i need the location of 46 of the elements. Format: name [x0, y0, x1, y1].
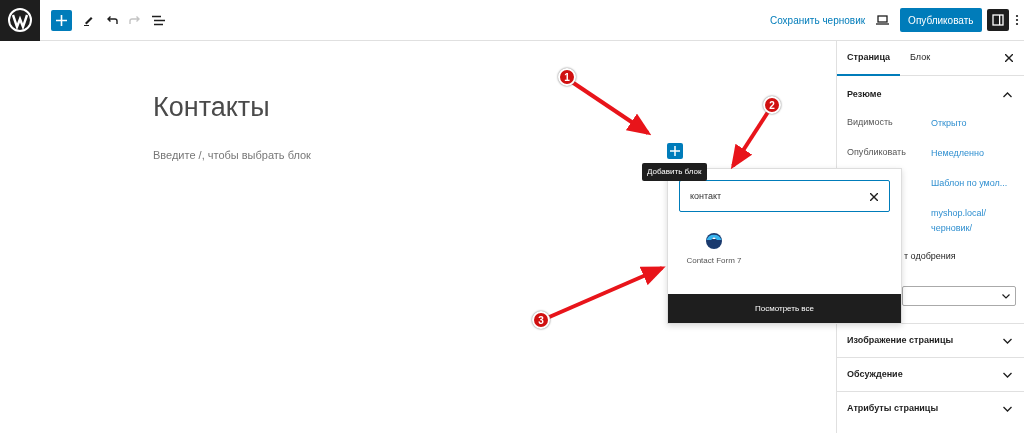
save-draft-link[interactable]: Сохранить черновик [769, 12, 866, 28]
add-block-button[interactable] [51, 9, 72, 31]
pencil-icon[interactable] [83, 14, 95, 26]
laptop-icon[interactable] [876, 15, 890, 25]
settings-toggle[interactable] [987, 9, 1009, 31]
block-option[interactable]: Contact Form 7 [682, 233, 746, 267]
wordpress-logo[interactable] [0, 0, 40, 41]
panel-title[interactable]: Резюме [847, 88, 1003, 102]
panel-title: Изображение страницы [847, 333, 955, 347]
field-value-link[interactable]: Шаблон по умол... [931, 176, 1021, 191]
panel-title: Атрибуты страницы [847, 401, 940, 415]
chevron-icon [1001, 293, 1010, 299]
field-label: Опубликовать [847, 146, 907, 159]
view-all-button[interactable]: Посмотреть все [668, 294, 901, 323]
block-label: Contact Form 7 [686, 254, 742, 267]
close-icon[interactable] [1005, 54, 1013, 62]
more-options-icon[interactable] [1014, 14, 1019, 26]
sidebar-tab[interactable]: Страница [837, 40, 901, 76]
sidebar-icon [992, 14, 1004, 26]
undo-icon[interactable] [106, 15, 118, 25]
step-badge: 3 [532, 311, 550, 329]
panel-header[interactable]: Атрибуты страницы [837, 391, 1024, 425]
field-value-link[interactable]: Немедленно [931, 146, 1021, 161]
field-label: Видимость [847, 116, 894, 129]
checkbox-label: т одобрения [904, 250, 956, 263]
list-view-icon[interactable] [152, 14, 165, 26]
block-placeholder[interactable]: Введите /, чтобы выбрать блок [153, 146, 836, 164]
step-badge: 1 [558, 68, 576, 86]
field-value-link[interactable]: Открыто [931, 116, 1021, 131]
panel-title: Обсуждение [847, 367, 904, 381]
select-field[interactable] [902, 286, 1016, 306]
panel-header[interactable]: Обсуждение [837, 357, 1024, 391]
mountain-icon [706, 233, 722, 249]
page-title[interactable]: Контакты [153, 93, 270, 123]
chevron-icon[interactable] [1003, 92, 1012, 98]
arrow [730, 110, 770, 170]
step-badge: 2 [763, 96, 781, 114]
tooltip: Добавить блок [642, 163, 707, 181]
sidebar-tab[interactable]: Блок [900, 40, 941, 76]
wordpress-logo-icon [7, 7, 33, 33]
clear-icon[interactable] [870, 193, 878, 201]
field-value-link[interactable]: myshop.local/ черновик/ [931, 206, 1021, 236]
plus-icon [56, 14, 67, 26]
publish-button[interactable]: Опубликовать [900, 8, 982, 32]
add-block-button[interactable] [667, 143, 683, 159]
search-field[interactable]: контакт [679, 180, 890, 212]
